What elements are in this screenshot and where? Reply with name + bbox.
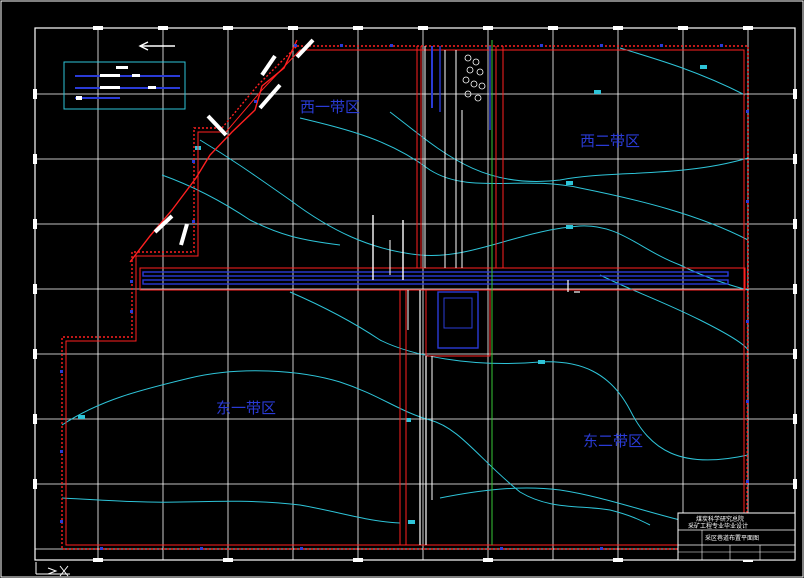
title-block-line2: 采矿工程专业毕业设计 <box>688 522 748 530</box>
zone-label-west-1: 西一带区 <box>300 98 360 116</box>
title-block: 煤炭科学研究总院 采矿工程专业毕业设计 采区巷道布置平面图 <box>677 512 796 561</box>
north-arrow-icon <box>138 41 175 51</box>
coordinate-grid <box>35 28 795 560</box>
title-block-line1: 煤炭科学研究总院 <box>696 515 744 523</box>
title-block-line3: 采区巷道布置平面图 <box>705 534 759 542</box>
ucs-icon <box>35 562 70 577</box>
shaft-lines <box>372 46 580 545</box>
main-roadway <box>142 46 729 349</box>
contour-lines <box>61 47 749 526</box>
zone-label-east-2: 东二带区 <box>583 432 643 450</box>
legend <box>63 61 186 110</box>
fault-symbols <box>153 38 315 246</box>
zone-label-west-2: 西二带区 <box>580 132 640 150</box>
cad-drawing: 西一带区 西二带区 东一带区 东二带区 煤炭科学研究总院 采矿工程专业毕业设计 … <box>0 0 804 578</box>
zone-label-east-1: 东一带区 <box>216 399 276 417</box>
border-ticks <box>33 26 797 562</box>
mining-boundary <box>61 39 749 550</box>
drawing-border <box>34 27 796 561</box>
